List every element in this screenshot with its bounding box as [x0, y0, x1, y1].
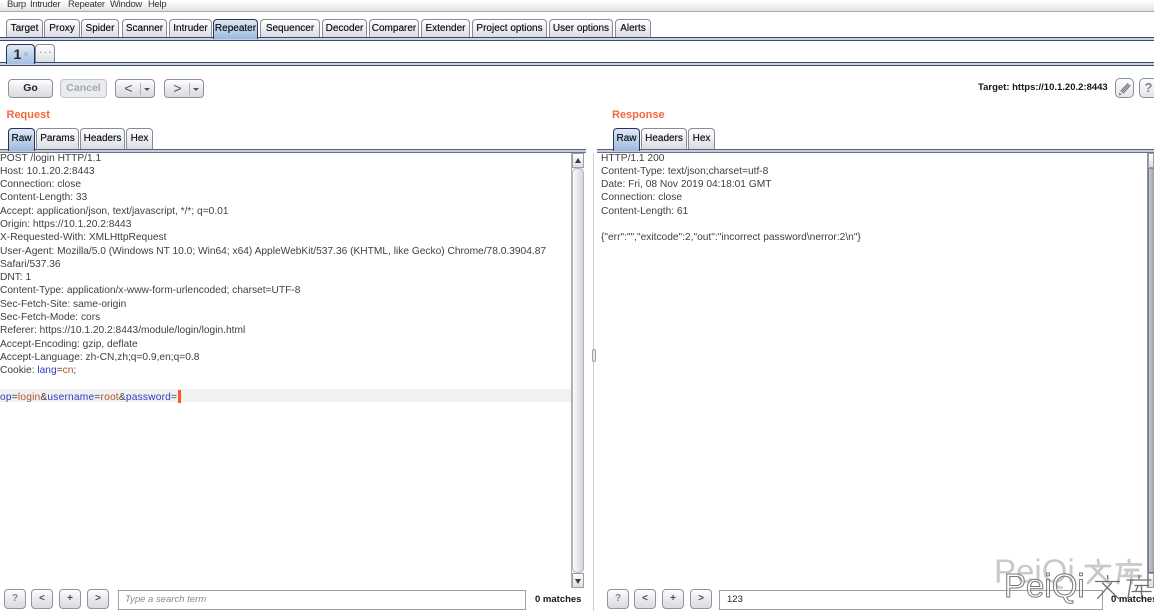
svg-text:PeiQi: PeiQi [1004, 567, 1085, 604]
